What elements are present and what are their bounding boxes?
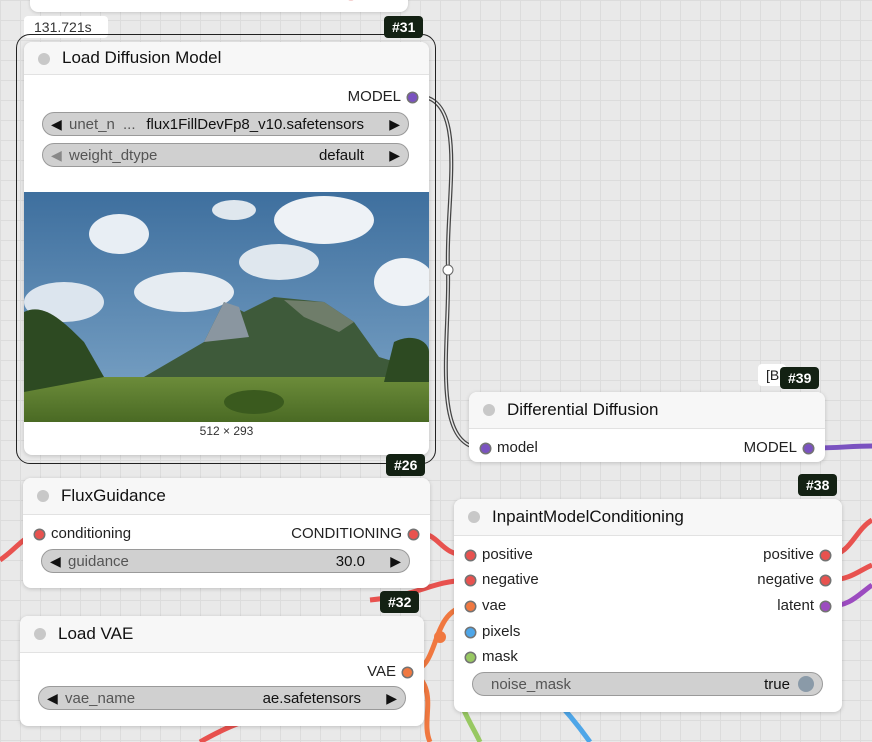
widget-value: default — [318, 147, 364, 164]
slot-label: MODEL — [347, 88, 401, 105]
slot-dot-icon[interactable] — [466, 551, 475, 560]
collapse-dot-icon[interactable] — [34, 628, 46, 640]
arrow-right-icon[interactable]: ▶ — [386, 688, 397, 708]
slot-label: negative — [757, 571, 814, 588]
node-inpaint-model-conditioning[interactable]: InpaintModelConditioning positive negati… — [454, 499, 842, 712]
widget-label: guidance — [68, 553, 129, 570]
output-slot-model[interactable]: MODEL — [744, 439, 813, 457]
node-load-vae[interactable]: Load VAE VAE ◀ vae_name ae.safetensors ▶ — [20, 616, 424, 726]
slot-label: latent — [777, 597, 814, 614]
preview-caption: 512 × 293 — [199, 424, 254, 438]
input-slot-positive[interactable]: positive — [466, 546, 533, 564]
slot-dot-icon[interactable] — [466, 653, 475, 662]
slot-dot-icon[interactable] — [821, 576, 830, 585]
output-slot-model[interactable]: MODEL — [348, 88, 417, 106]
input-slot-model[interactable]: model — [481, 439, 538, 457]
collapse-dot-icon[interactable] — [468, 511, 480, 523]
node-title: Load Diffusion Model — [62, 48, 222, 67]
slot-label: model — [497, 439, 538, 456]
slot-label: vae — [482, 597, 507, 614]
node-title: Differential Diffusion — [507, 400, 659, 419]
output-slot-latent[interactable]: latent — [777, 597, 830, 615]
node-differential-diffusion[interactable]: Differential Diffusion model MODEL — [469, 392, 825, 462]
slot-label: positive — [763, 546, 814, 563]
preview-image — [24, 192, 429, 422]
unet-name-combo[interactable]: ◀ unet_n ... flux1FillDevFp8_v10.safeten… — [42, 112, 409, 136]
slot-dot-icon[interactable] — [403, 668, 412, 677]
arrow-left-icon[interactable]: ◀ — [50, 551, 61, 571]
collapse-dot-icon[interactable] — [483, 404, 495, 416]
widget-label: unet_n — [69, 116, 115, 133]
slot-dot-icon[interactable] — [35, 530, 44, 539]
arrow-left-icon[interactable]: ◀ — [47, 688, 58, 708]
node-header[interactable]: Load VAE — [20, 616, 424, 653]
slot-dot-icon[interactable] — [466, 602, 475, 611]
input-slot-negative[interactable]: negative — [466, 571, 539, 589]
input-slot-vae[interactable]: vae — [466, 597, 506, 615]
collapse-dot-icon[interactable] — [37, 490, 49, 502]
widget-value: 30.0 — [335, 553, 365, 570]
wire-reroute-point — [442, 264, 454, 276]
landscape-image — [24, 192, 429, 422]
slot-label: negative — [482, 571, 539, 588]
node-title: FluxGuidance — [61, 486, 166, 505]
widget-value: flux1FillDevFp8_v10.safetensors — [146, 116, 364, 133]
toggle-knob-icon[interactable] — [798, 676, 814, 692]
slot-label: VAE — [367, 663, 396, 680]
node-id-badge: #26 — [386, 454, 426, 476]
slot-label: CONDITIONING — [291, 525, 402, 542]
widget-value: true — [764, 676, 790, 693]
input-slot-conditioning[interactable]: conditioning — [35, 525, 131, 543]
arrow-left-icon[interactable]: ◀ — [51, 145, 62, 165]
guidance-number-widget[interactable]: ◀ guidance 30.0 ▶ — [41, 549, 410, 573]
slot-label: mask — [482, 648, 518, 665]
widget-label: noise_mask — [491, 676, 572, 693]
node-header[interactable]: Differential Diffusion — [469, 392, 825, 429]
slot-dot-icon[interactable] — [466, 628, 475, 637]
arrow-left-icon[interactable]: ◀ — [51, 114, 62, 134]
arrow-right-icon[interactable]: ▶ — [389, 145, 400, 165]
slot-dot-icon[interactable] — [466, 576, 475, 585]
node-header[interactable]: FluxGuidance — [23, 478, 430, 515]
widget-label: vae_name — [65, 690, 136, 707]
collapse-dot-icon[interactable] — [38, 53, 50, 65]
slot-dot-icon[interactable] — [409, 530, 418, 539]
slot-label: conditioning — [51, 525, 132, 542]
node-selection-toolbar: ▷ ● ⚲ ⊥ ▣ ✎ ⤡ 🗑 ⓘ — [30, 0, 408, 12]
noise-mask-toggle[interactable]: noise_mask true — [472, 672, 823, 696]
arrow-right-icon[interactable]: ▶ — [389, 114, 400, 134]
input-slot-pixels[interactable]: pixels — [466, 623, 520, 641]
output-slot-vae[interactable]: VAE — [367, 663, 412, 681]
input-slot-mask[interactable]: mask — [466, 648, 518, 666]
node-id-badge: #32 — [380, 591, 420, 613]
slot-dot-icon[interactable] — [481, 444, 490, 453]
node-header[interactable]: Load Diffusion Model — [24, 42, 429, 75]
weight-dtype-combo[interactable]: ◀ weight_dtype default ▶ — [42, 143, 409, 167]
slot-label: positive — [482, 546, 533, 563]
slot-dot-icon[interactable] — [804, 444, 813, 453]
output-slot-conditioning[interactable]: CONDITIONING — [291, 525, 418, 543]
widget-value: ae.safetensors — [262, 690, 361, 707]
node-id-badge: #31 — [384, 16, 424, 38]
widget-ellipsis: ... — [123, 116, 136, 133]
slot-dot-icon[interactable] — [821, 551, 830, 560]
node-load-diffusion-model[interactable]: Load Diffusion Model MODEL ◀ unet_n ... … — [24, 42, 429, 455]
node-id-badge: #38 — [798, 474, 838, 496]
node-id-badge: #39 — [780, 367, 820, 389]
node-header[interactable]: InpaintModelConditioning — [454, 499, 842, 536]
node-title: Load VAE — [58, 624, 134, 643]
slot-label: MODEL — [743, 439, 797, 456]
slot-dot-icon[interactable] — [408, 93, 417, 102]
vae-name-combo[interactable]: ◀ vae_name ae.safetensors ▶ — [38, 686, 406, 710]
node-title: InpaintModelConditioning — [492, 507, 684, 526]
slot-label: pixels — [482, 623, 521, 640]
arrow-right-icon[interactable]: ▶ — [390, 551, 401, 571]
output-slot-positive[interactable]: positive — [763, 546, 830, 564]
widget-label: weight_dtype — [69, 147, 158, 164]
node-flux-guidance[interactable]: FluxGuidance conditioning CONDITIONING ◀… — [23, 478, 430, 588]
slot-dot-icon[interactable] — [821, 602, 830, 611]
output-slot-negative[interactable]: negative — [757, 571, 830, 589]
